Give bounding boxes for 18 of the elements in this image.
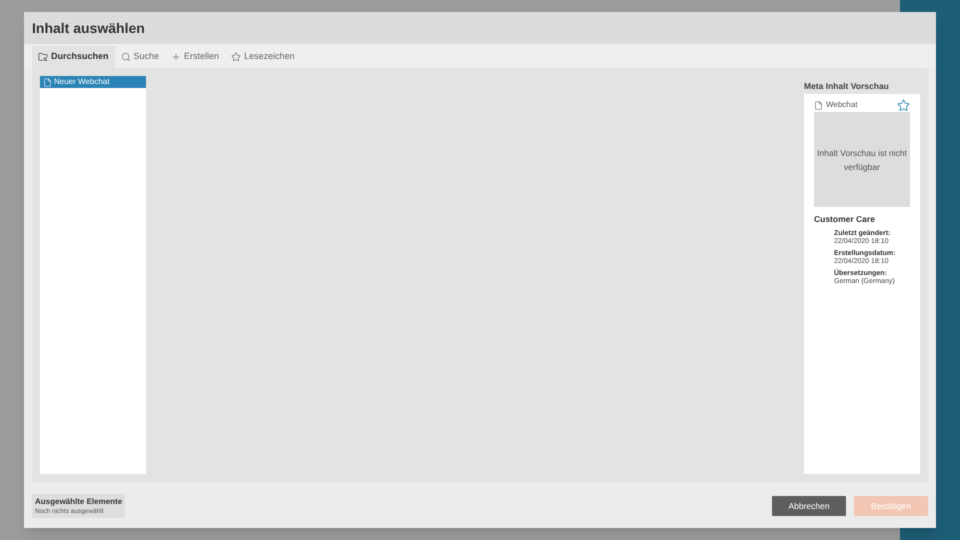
tab[interactable]: Lesezeichen bbox=[225, 46, 301, 68]
star-icon[interactable] bbox=[897, 98, 910, 112]
search-icon bbox=[120, 52, 131, 62]
plus-icon bbox=[171, 52, 182, 62]
document-icon bbox=[814, 100, 823, 110]
tab[interactable]: Durchsuchen bbox=[32, 46, 115, 68]
content-type: Webchat bbox=[826, 99, 858, 111]
cancel-button[interactable]: Abbrechen bbox=[772, 496, 846, 516]
preview-heading: Meta Inhalt Vorschau bbox=[804, 80, 890, 93]
tab[interactable]: Suche bbox=[114, 46, 166, 68]
selected-items-title: Ausgewählte Elemente bbox=[35, 496, 122, 507]
preview-unavailable-text: Inhalt Vorschau ist nicht verfügbar bbox=[816, 146, 908, 174]
tab[interactable]: Erstellen bbox=[165, 46, 226, 68]
dialog-title: Inhalt auswählen bbox=[32, 18, 145, 38]
content-name: Customer Care bbox=[814, 213, 876, 226]
star-icon bbox=[231, 52, 242, 62]
folder-search-icon bbox=[38, 52, 48, 62]
tree-item[interactable]: Neuer Webchat bbox=[40, 76, 146, 88]
